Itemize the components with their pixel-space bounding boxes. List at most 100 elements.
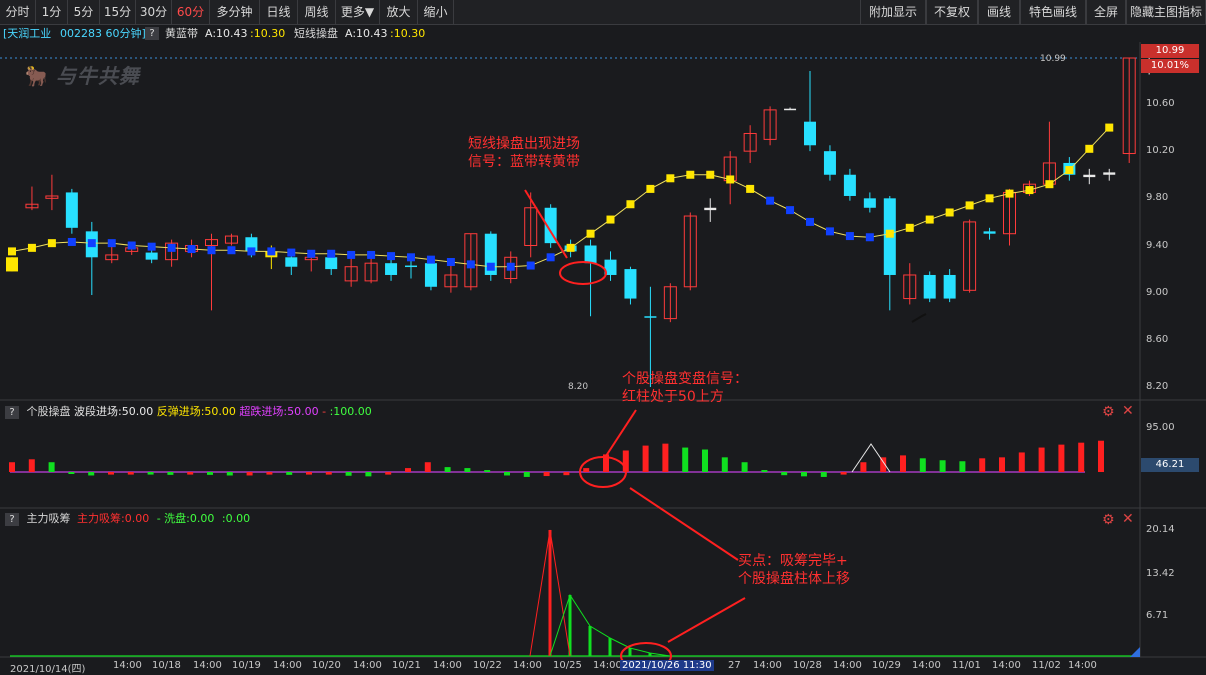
band-marker: [1105, 123, 1114, 132]
price-tick-0: 10.60: [1146, 98, 1175, 109]
panel2-bar: [424, 462, 431, 472]
time-tick-20: 14:00: [912, 660, 941, 671]
panel2-bar: [563, 472, 570, 476]
highlight-ellipse: [559, 261, 607, 285]
time-tick-11: 14:00: [513, 660, 542, 671]
panel2-bar: [721, 457, 728, 472]
band-marker: [686, 170, 695, 179]
annotation-arrow: [605, 409, 637, 457]
panel2-bar: [860, 462, 867, 472]
band-marker: [107, 239, 116, 248]
help-icon[interactable]: ?: [5, 512, 19, 526]
band-marker: [387, 252, 396, 261]
panel3-axis-2: 13.42: [1146, 568, 1175, 579]
time-tick-23: 11/02: [1032, 660, 1061, 671]
time-tick-21: 11/01: [952, 660, 981, 671]
price-tick-6: 8.20: [1146, 381, 1169, 392]
time-tick-17: 10/28: [793, 660, 822, 671]
band-marker: [806, 217, 814, 226]
time-tick-14: 2021/10/26 11:30: [620, 660, 714, 671]
panel2-bar: [662, 443, 669, 472]
panel2-bar: [88, 472, 95, 476]
panel2-bar: [444, 467, 451, 472]
candle-body: [584, 245, 597, 264]
candle-body: [145, 252, 158, 260]
close-icon[interactable]: ✕: [1122, 403, 1134, 419]
candle-body: [644, 316, 657, 318]
panel2-bar: [543, 472, 550, 477]
panel2-bar: [246, 472, 253, 476]
band-marker: [8, 247, 16, 256]
panel2-bar: [325, 472, 332, 475]
band-marker: [147, 242, 156, 251]
panel2-bar: [484, 470, 491, 473]
time-tick-8: 10/21: [392, 660, 421, 671]
panel2-bar: [741, 462, 748, 472]
band-marker: [586, 229, 595, 238]
band-marker: [27, 243, 36, 252]
band-marker: [1045, 180, 1054, 189]
high-price-label: 10.99: [1040, 54, 1066, 64]
band-marker: [626, 200, 635, 209]
band-marker: [766, 196, 775, 205]
panel2-bar: [682, 447, 689, 472]
panel2-current-box: 46.21: [1141, 458, 1199, 472]
annotation-arrow: [667, 597, 746, 643]
band-marker: [526, 261, 535, 270]
band-marker: [706, 170, 715, 179]
candle-body: [843, 174, 856, 196]
help-icon[interactable]: ?: [5, 405, 19, 419]
candle-body: [385, 263, 398, 275]
panel2-bar: [523, 472, 530, 477]
gear-icon[interactable]: ⚙: [1102, 512, 1115, 528]
time-tick-2: 10/18: [152, 660, 181, 671]
panel2-bar: [187, 472, 194, 475]
panel3-title[interactable]: 主力吸筹: [27, 512, 71, 525]
time-tick-19: 10/29: [872, 660, 901, 671]
band-marker: [67, 237, 76, 246]
band-marker: [786, 206, 795, 215]
panel3-field2: - 洗盘:0.00: [156, 512, 215, 525]
time-tick-10: 10/22: [473, 660, 502, 671]
panel2-bar: [781, 472, 788, 476]
panel2-axis-top: 95.00: [1146, 422, 1175, 433]
panel2-title[interactable]: 个股操盘: [27, 405, 71, 418]
panel3-header: ? 主力吸筹 主力吸筹:0.00 - 洗盘:0.00 :0.00: [0, 511, 250, 527]
price-tick-3: 9.40: [1146, 240, 1169, 251]
panel2-bar: [979, 458, 986, 472]
chart-canvas[interactable]: [0, 0, 1206, 675]
panel2-bar: [345, 472, 352, 476]
time-tick-24: 14:00: [1068, 660, 1097, 671]
panel2-bar: [28, 459, 35, 472]
panel3-field3: :0.00: [221, 512, 251, 525]
panel2-bar: [266, 472, 273, 475]
annotation-arrow: [524, 189, 568, 259]
band-marker: [666, 174, 675, 183]
band-marker: [546, 253, 555, 262]
candle-body: [405, 265, 417, 268]
band-marker: [87, 239, 96, 248]
panel2-bar: [464, 468, 471, 472]
band-marker: [327, 249, 336, 258]
panel2-bar: [959, 461, 966, 472]
candle-body: [704, 207, 717, 211]
panel2-bar: [365, 472, 372, 477]
candle-body: [804, 121, 816, 146]
candle-body: [784, 108, 797, 111]
low-price-label: 8.20: [568, 382, 589, 392]
candle-body: [1103, 172, 1116, 175]
candle-body: [823, 151, 836, 175]
panel3-field1: 主力吸筹:0.00: [77, 512, 150, 525]
gear-icon[interactable]: ⚙: [1102, 404, 1115, 420]
band-marker: [845, 232, 854, 241]
band-marker: [207, 246, 216, 255]
time-tick-18: 14:00: [833, 660, 862, 671]
time-tick-7: 14:00: [353, 660, 382, 671]
close-icon[interactable]: ✕: [1122, 511, 1134, 527]
band-marker: [267, 247, 276, 256]
band-marker: [1065, 166, 1074, 175]
panel2-bar: [306, 472, 312, 475]
panel2-bar: [9, 462, 15, 472]
panel2-bar: [286, 472, 293, 475]
band-marker: [227, 246, 236, 255]
